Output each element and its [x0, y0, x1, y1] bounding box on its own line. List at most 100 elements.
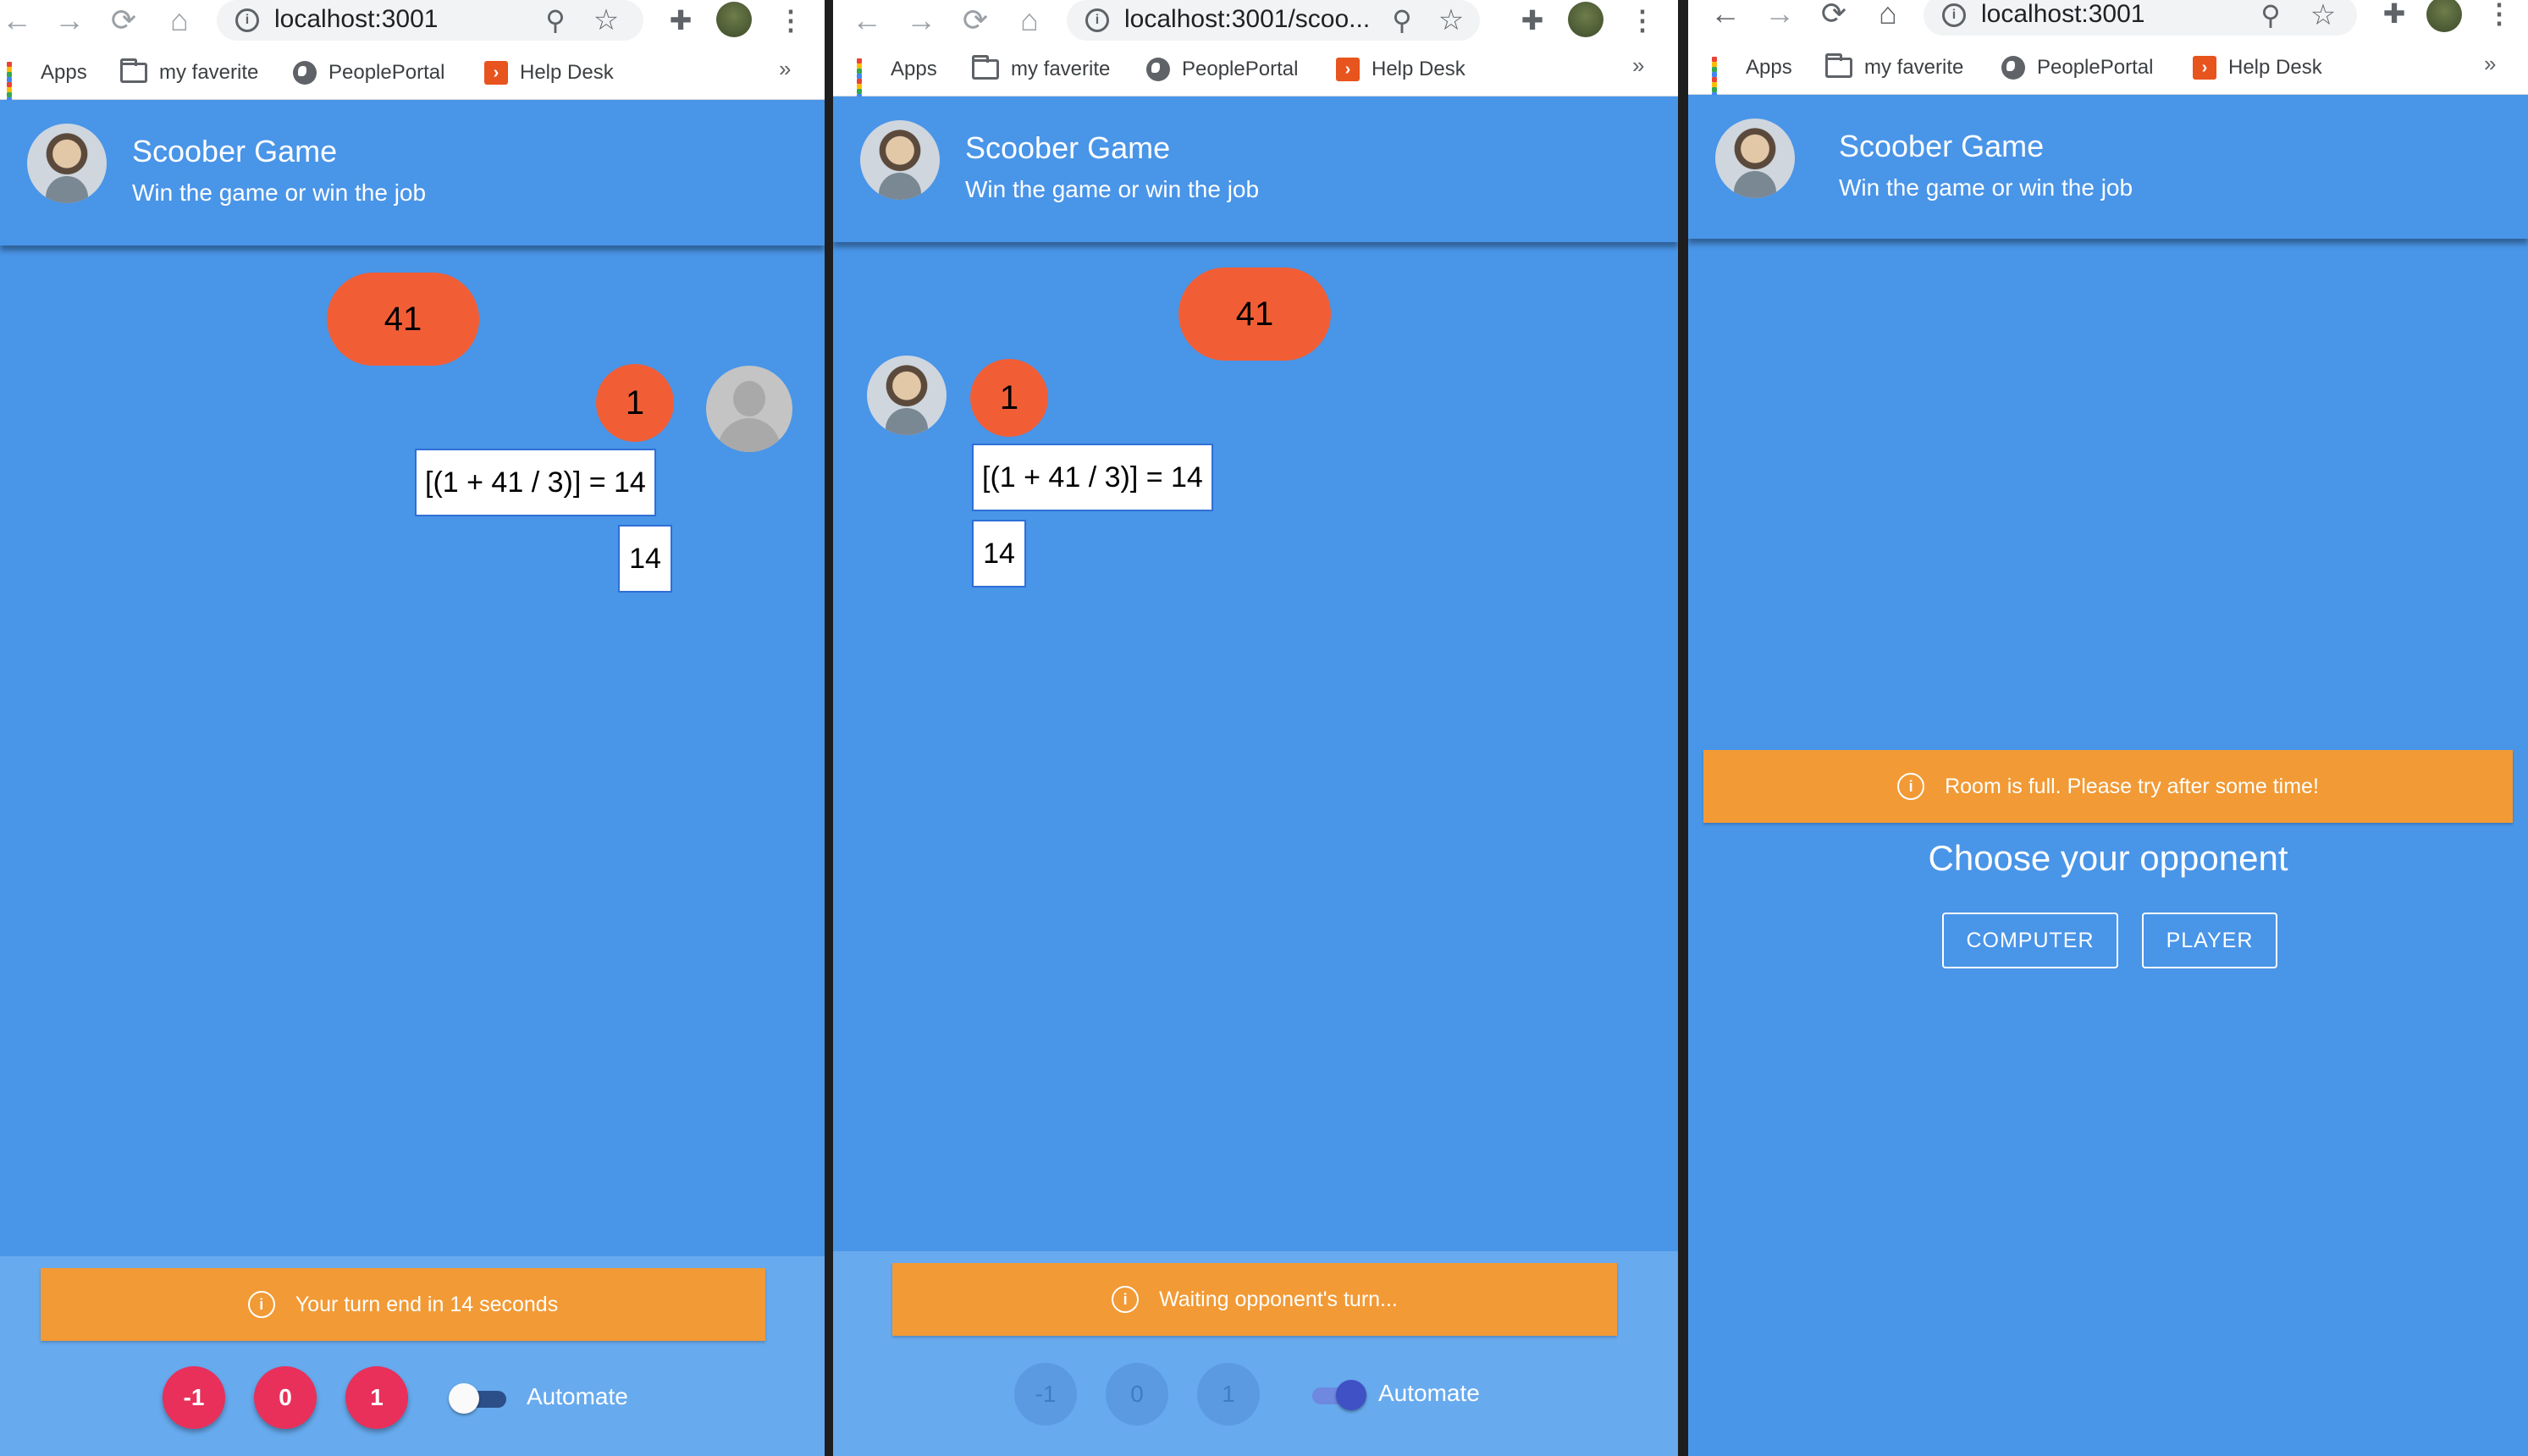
bookmark-label: Help Desk [1372, 58, 1465, 80]
app-header: Scoober Game Win the game or win the job [1688, 95, 2528, 239]
bookmark-help-desk[interactable]: › Help Desk [1336, 52, 1465, 86]
back-arrow-icon[interactable]: ← [1708, 0, 1742, 30]
forward-arrow-icon[interactable]: → [52, 3, 86, 37]
reload-icon[interactable]: ⟳ [958, 3, 992, 37]
toggle-knob [1336, 1380, 1366, 1410]
move-badge: 1 [596, 364, 674, 442]
zoom-icon[interactable]: ⚲ [2255, 0, 2286, 30]
toggle-knob [449, 1383, 479, 1414]
app-subtitle: Win the game or win the job [132, 179, 427, 206]
bookmark-label: Help Desk [520, 61, 614, 84]
site-info-icon[interactable]: i [235, 8, 259, 32]
site-info-icon[interactable]: i [1085, 8, 1109, 32]
opponent-avatar [706, 366, 792, 452]
browser-menu-icon[interactable]: ⋮ [1629, 3, 1656, 37]
address-bar[interactable]: i localhost:3001 ⚲ ☆ [217, 0, 643, 41]
zero-button[interactable]: 0 [1106, 1363, 1168, 1426]
bookmark-peopleportal[interactable]: PeoplePortal [2001, 51, 2153, 85]
bookmark-help-desk[interactable]: › Help Desk [484, 56, 614, 90]
bookmark-peopleportal[interactable]: PeoplePortal [293, 56, 444, 90]
info-icon: i [1112, 1286, 1140, 1313]
forward-arrow-icon[interactable]: → [904, 3, 938, 37]
home-icon[interactable]: ⌂ [1013, 3, 1046, 37]
waiting-alert-text: Waiting opponent's turn... [1159, 1287, 1398, 1311]
zoom-icon[interactable]: ⚲ [1387, 5, 1417, 36]
bookmark-label: PeoplePortal [2037, 56, 2154, 79]
profile-avatar-icon[interactable] [2426, 0, 2462, 32]
info-icon: i [247, 1291, 275, 1318]
browser-window-3: ← → ⟳ ⌂ i localhost:3001 ⚲ ☆ ✚ ⋮ Apps my… [1688, 0, 2528, 1456]
browser-menu-icon[interactable]: ⋮ [2486, 0, 2513, 30]
waiting-alert: i Waiting opponent's turn... [892, 1263, 1617, 1336]
bookmark-label: Apps [41, 61, 87, 84]
bookmark-star-icon[interactable]: ☆ [591, 3, 621, 37]
folder-icon [972, 55, 999, 80]
bookmarks-overflow-icon[interactable]: » [2484, 51, 2496, 77]
app-header: Scoober Game Win the game or win the job [833, 97, 1678, 242]
choose-opponent-title: Choose your opponent [1928, 838, 2288, 878]
player-opponent-button[interactable]: PLAYER [2142, 913, 2277, 968]
address-bar[interactable]: i localhost:3001 ⚲ ☆ [1924, 0, 2357, 36]
bookmarks-overflow-icon[interactable]: » [779, 56, 791, 82]
folder-icon [1825, 53, 1852, 78]
zoom-icon[interactable]: ⚲ [540, 5, 571, 36]
forward-arrow-icon[interactable]: → [1763, 0, 1797, 30]
bookmark-label: Apps [1746, 56, 1792, 79]
extensions-icon[interactable]: ✚ [664, 3, 698, 37]
reload-icon[interactable]: ⟳ [1817, 0, 1851, 30]
start-number-badge: 41 [1178, 267, 1331, 361]
automate-toggle[interactable] [449, 1382, 510, 1415]
calculation-box: [(1 + 41 / 3)] = 14 [415, 449, 656, 516]
bookmark-label: PeoplePortal [328, 61, 445, 84]
bookmark-label: my faverite [1864, 56, 1964, 79]
move-badge: 1 [970, 359, 1048, 437]
extensions-icon[interactable]: ✚ [2377, 0, 2411, 30]
computer-opponent-button[interactable]: COMPUTER [1942, 913, 2118, 968]
bookmark-my-faverite[interactable]: my faverite [120, 56, 258, 90]
bookmark-my-faverite[interactable]: my faverite [1825, 51, 1963, 85]
address-bar[interactable]: i localhost:3001/scoo... ⚲ ☆ [1067, 0, 1480, 41]
helpdesk-icon: › [2193, 56, 2216, 80]
globe-icon [293, 61, 317, 85]
site-info-icon[interactable]: i [1942, 3, 1966, 27]
bookmark-apps[interactable]: Apps [857, 52, 937, 104]
profile-avatar-icon[interactable] [1568, 2, 1603, 37]
zero-button[interactable]: 0 [254, 1366, 317, 1429]
profile-avatar-icon[interactable] [716, 2, 752, 37]
bookmark-my-faverite[interactable]: my faverite [972, 52, 1110, 86]
app-subtitle: Win the game or win the job [1839, 174, 2133, 201]
back-arrow-icon[interactable]: ← [0, 3, 34, 37]
url-text: localhost:3001 [274, 5, 439, 33]
bookmark-star-icon[interactable]: ☆ [2308, 0, 2338, 32]
bookmarks-overflow-icon[interactable]: » [1632, 52, 1644, 79]
bookmarks-bar: Apps my faverite PeoplePortal › Help Des… [0, 44, 825, 108]
plus-one-button[interactable]: 1 [1197, 1363, 1260, 1426]
folder-icon [120, 58, 147, 83]
bookmark-star-icon[interactable]: ☆ [1436, 3, 1466, 37]
browser-menu-icon[interactable]: ⋮ [777, 3, 804, 37]
plus-one-button[interactable]: 1 [345, 1366, 408, 1429]
bookmark-peopleportal[interactable]: PeoplePortal [1146, 52, 1298, 86]
automate-toggle[interactable] [1307, 1378, 1368, 1412]
bookmark-help-desk[interactable]: › Help Desk [2193, 51, 2322, 85]
browser-window-1: ← → ⟳ ⌂ i localhost:3001 ⚲ ☆ ✚ ⋮ Apps my… [0, 0, 825, 1456]
url-text: localhost:3001 [1981, 0, 2145, 28]
reload-icon[interactable]: ⟳ [107, 3, 141, 37]
minus-one-button[interactable]: -1 [163, 1366, 225, 1429]
bookmark-apps[interactable]: Apps [1712, 51, 1792, 102]
automate-label: Automate [527, 1383, 628, 1409]
bookmark-label: my faverite [1011, 58, 1111, 80]
browser-toolbar: ← → ⟳ ⌂ i localhost:3001 ⚲ ☆ ✚ ⋮ [0, 0, 825, 44]
back-arrow-icon[interactable]: ← [850, 3, 884, 37]
app-title: Scoober Game [965, 130, 1171, 165]
helpdesk-icon: › [484, 61, 508, 85]
home-icon[interactable]: ⌂ [163, 3, 196, 37]
start-number-badge: 41 [327, 273, 479, 366]
minus-one-button[interactable]: -1 [1014, 1363, 1077, 1426]
home-icon[interactable]: ⌂ [1871, 0, 1905, 30]
app-subtitle: Win the game or win the job [965, 176, 1260, 202]
extensions-icon[interactable]: ✚ [1515, 3, 1549, 37]
bookmark-label: my faverite [159, 61, 259, 84]
bookmark-apps[interactable]: Apps [7, 56, 87, 108]
player-avatar [867, 356, 947, 435]
